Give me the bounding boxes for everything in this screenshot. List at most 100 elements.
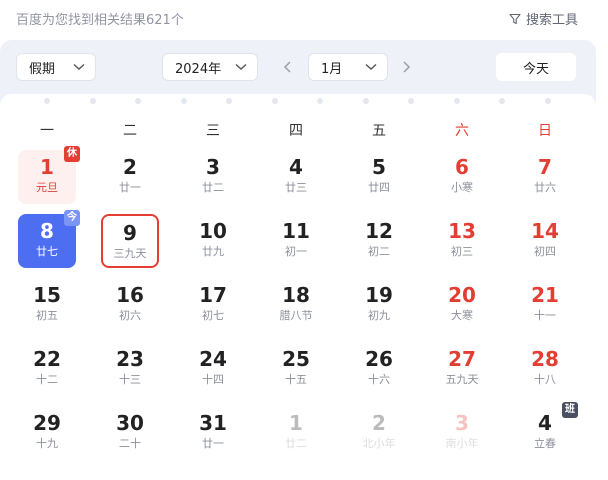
day-number: 6 — [455, 155, 469, 179]
calendar-day[interactable]: 5 廿四 — [350, 150, 408, 204]
day-number: 9 — [123, 221, 137, 245]
day-number: 25 — [282, 347, 310, 371]
binder-hole — [271, 98, 278, 104]
calendar-day[interactable]: 23 十三 — [101, 342, 159, 396]
day-number: 21 — [531, 283, 559, 307]
day-number: 29 — [33, 411, 61, 435]
calendar-day[interactable]: 10 廿九 — [184, 214, 242, 268]
calendar-day[interactable]: 20 大寒 — [433, 278, 491, 332]
day-badge: 班 — [562, 402, 578, 418]
calendar-day[interactable]: 2 北小年 — [350, 406, 408, 460]
lunar-date: 初二 — [368, 245, 390, 258]
search-tools-button[interactable]: 搜索工具 — [509, 9, 578, 28]
chevron-down-icon — [73, 63, 85, 70]
result-count: 百度为您找到相关结果621个 — [16, 13, 184, 28]
holiday-select[interactable]: 假期 — [16, 53, 96, 81]
calendar-day[interactable]: 31 廿一 — [184, 406, 242, 460]
day-number: 16 — [116, 283, 144, 307]
day-number: 11 — [282, 219, 310, 243]
lunar-date: 廿三 — [285, 181, 307, 194]
lunar-date: 十二 — [36, 373, 58, 386]
calendar-day[interactable]: 1 廿二 — [267, 406, 325, 460]
calendar-day[interactable]: 6 小寒 — [433, 150, 491, 204]
day-number: 13 — [448, 219, 476, 243]
day-number: 1 — [289, 411, 303, 435]
day-number: 24 — [199, 347, 227, 371]
day-number: 23 — [116, 347, 144, 371]
day-number: 15 — [33, 283, 61, 307]
day-number: 26 — [365, 347, 393, 371]
chevron-down-icon — [365, 63, 377, 70]
lunar-date: 十四 — [202, 373, 224, 386]
search-tools-label: 搜索工具 — [525, 13, 578, 28]
chevron-left-icon — [283, 61, 291, 73]
binder-hole — [453, 98, 460, 104]
binder-hole — [135, 98, 141, 104]
calendar-day[interactable]: 19 初九 — [350, 278, 408, 332]
calendar-day[interactable]: 14 初四 — [516, 214, 574, 268]
year-select[interactable]: 2024年 — [162, 53, 258, 81]
calendar-day[interactable]: 21 十一 — [516, 278, 574, 332]
lunar-date: 北小年 — [362, 437, 396, 450]
lunar-date: 十八 — [534, 373, 556, 386]
binder-hole — [499, 98, 505, 104]
calendar-day[interactable]: 17 初七 — [184, 278, 242, 332]
calendar-day[interactable]: 24 十四 — [184, 342, 242, 396]
lunar-date: 初五 — [36, 309, 58, 322]
calendar-day[interactable]: 7 廿六 — [516, 150, 574, 204]
lunar-date: 廿九 — [202, 245, 224, 258]
calendar-day[interactable]: 26 十六 — [350, 342, 408, 396]
calendar-day[interactable]: 28 十八 — [516, 342, 574, 396]
calendar-day[interactable]: 25 十五 — [267, 342, 325, 396]
month-select[interactable]: 1月 — [308, 53, 388, 81]
calendar-day[interactable]: 13 初三 — [433, 214, 491, 268]
calendar-day[interactable]: 18 腊八节 — [267, 278, 325, 332]
day-number: 2 — [123, 155, 137, 179]
lunar-date: 南小年 — [445, 437, 479, 450]
day-number: 12 — [365, 219, 393, 243]
lunar-date: 廿六 — [534, 181, 556, 194]
calendar-day[interactable]: 3 南小年 — [433, 406, 491, 460]
weekday-header: 三 — [206, 123, 220, 139]
today-button[interactable]: 今天 — [496, 53, 576, 81]
lunar-date: 廿一 — [119, 181, 141, 194]
top-bar: 百度为您找到相关结果621个 搜索工具 — [0, 0, 608, 36]
lunar-date: 十九 — [36, 437, 58, 450]
weekday-header: 六 — [455, 123, 469, 139]
calendar-day[interactable]: 2 廿一 — [101, 150, 159, 204]
calendar-day[interactable]: 9 三九天 — [101, 214, 159, 268]
next-month-button[interactable] — [397, 58, 415, 76]
day-number: 5 — [372, 155, 386, 179]
calendar-day[interactable]: 22 十二 — [18, 342, 76, 396]
calendar-day[interactable]: 8 廿七今 — [18, 210, 80, 268]
lunar-date: 廿二 — [202, 181, 224, 194]
calendar-day[interactable]: 11 初一 — [267, 214, 325, 268]
calendar-day[interactable]: 27 五九天 — [433, 342, 491, 396]
day-number: 3 — [455, 411, 469, 435]
day-number: 10 — [199, 219, 227, 243]
weekday-header: 日 — [538, 123, 552, 139]
calendar-day[interactable]: 16 初六 — [101, 278, 159, 332]
calendar-day[interactable]: 12 初二 — [350, 214, 408, 268]
calendar-day[interactable]: 3 廿二 — [184, 150, 242, 204]
calendar-day[interactable]: 1 元旦休 — [18, 146, 80, 204]
day-number: 3 — [206, 155, 220, 179]
binder-hole — [362, 98, 369, 104]
lunar-date: 廿四 — [368, 181, 390, 194]
calendar-day[interactable]: 4 立春班 — [516, 402, 578, 460]
lunar-date: 初六 — [119, 309, 141, 322]
calendar-day[interactable]: 4 廿三 — [267, 150, 325, 204]
calendar-day[interactable]: 29 十九 — [18, 406, 76, 460]
lunar-date: 立春 — [534, 437, 556, 450]
lunar-date: 廿二 — [285, 437, 307, 450]
weekday-header: 四 — [289, 123, 303, 139]
day-number: 31 — [199, 411, 227, 435]
calendar-day[interactable]: 15 初五 — [18, 278, 76, 332]
month-select-value: 1月 — [321, 61, 343, 77]
prev-month-button[interactable] — [279, 58, 297, 76]
day-badge: 今 — [64, 210, 80, 226]
calendar-card: 假期 2024年 1月 今天 一 二 三 四 五 六 日 1 元旦 休 2 廿一 3 廿二 4 廿三 5 廿四 6 小… — [0, 40, 596, 480]
binder-hole — [226, 98, 232, 104]
day-number: 7 — [538, 155, 552, 179]
calendar-day[interactable]: 30 二十 — [101, 406, 159, 460]
